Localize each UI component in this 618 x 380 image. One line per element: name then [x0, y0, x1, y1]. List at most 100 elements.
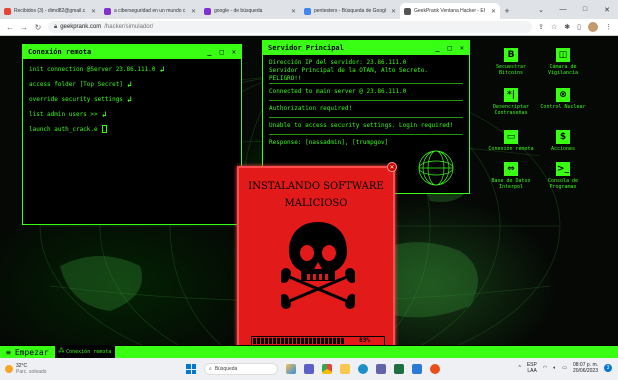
enter-icon: ↲: [101, 110, 107, 119]
server-text: Servidor Principal de la OTAN, Alto Secr…: [269, 67, 428, 82]
notification-badge[interactable]: 3: [604, 364, 612, 372]
browser-tab[interactable]: Recibidos (3) - dimd82@gmail.c ✕: [0, 3, 100, 19]
dollar-icon: $: [556, 130, 570, 144]
popup-title-line: MALICIOSO: [284, 198, 348, 209]
chrome-icon[interactable]: [322, 364, 332, 374]
close-icon[interactable]: ✕: [391, 8, 396, 15]
install-progress-bar: 83%: [251, 336, 385, 345]
bitcoin-icon: B: [504, 48, 518, 62]
battery-icon[interactable]: ▭: [562, 365, 567, 371]
chevron-up-icon[interactable]: ^: [518, 365, 520, 371]
avatar[interactable]: [588, 22, 598, 32]
browser-tools: ⇪ ☆ ✱ ▯ ⋮: [538, 22, 612, 32]
forward-icon[interactable]: →: [20, 23, 28, 32]
terminal-text: launch auth_crack.e: [29, 125, 98, 133]
divider: [269, 100, 463, 101]
share-icon[interactable]: ⇪: [538, 23, 544, 31]
menu-icon[interactable]: ⋮: [605, 23, 612, 31]
taskbar-item-conexion[interactable]: 🖧︎ Conexión remota: [54, 346, 116, 358]
close-icon[interactable]: ✕: [491, 8, 496, 15]
malware-install-popup: ✕ INSTALANDO SOFTWARE MALICIOSO 83%: [237, 162, 397, 345]
reload-icon[interactable]: ↻: [34, 23, 42, 32]
maximize-icon[interactable]: □: [220, 48, 224, 56]
remote-connection-icon: 🖧︎: [58, 348, 65, 354]
minimize-icon[interactable]: _: [207, 48, 211, 56]
close-icon[interactable]: ✕: [291, 8, 296, 15]
terminal-line: list admin users >> ↲: [29, 110, 235, 119]
window-titlebar[interactable]: Servidor Principal _ □ ✕: [263, 41, 469, 55]
window-title: Servidor Principal: [268, 44, 344, 52]
browser-tab-active[interactable]: GeekPrank Ventana Hacker - El ✕: [400, 3, 500, 19]
close-icon[interactable]: ✕: [91, 8, 96, 15]
desktop-icon-acciones[interactable]: $ Acciones: [540, 130, 586, 152]
icon-label: Secuestrar Bitcoins: [495, 64, 527, 76]
url-domain: geekprank.com: [60, 24, 102, 30]
conexion-remota-window[interactable]: Conexión remota _ □ ✕ init connection @S…: [22, 44, 242, 225]
system-tray: ^ ESP LAA ◠ 🔈︎ ▭ 08:07 p. m. 20/06/2023 3: [518, 362, 612, 374]
tab-label: a ciberseguridad en un mundo c: [114, 8, 186, 14]
volume-icon[interactable]: 🔈︎: [553, 365, 556, 371]
database-icon: ⇔: [504, 162, 518, 176]
browser-tab[interactable]: a ciberseguridad en un mundo c ✕: [100, 3, 200, 19]
widgets-icon[interactable]: [286, 364, 296, 374]
hacker-taskbar: ≡ Empezar 🖧︎ Conexión remota: [0, 345, 618, 358]
desktop-icon-camara[interactable]: ◫ Cámara de Vigilancia: [540, 48, 586, 76]
desktop-icon-bitcoins[interactable]: B Secuestrar Bitcoins: [488, 48, 534, 76]
window-controls: _ □ ✕: [435, 44, 464, 52]
close-icon[interactable]: ✕: [191, 8, 196, 15]
divider: [269, 134, 463, 135]
close-icon[interactable]: ✕: [387, 162, 397, 172]
minimize-button[interactable]: —: [552, 6, 574, 13]
window-titlebar[interactable]: Conexión remota _ □ ✕: [23, 45, 241, 59]
minimize-icon[interactable]: _: [435, 44, 439, 52]
maximize-button[interactable]: □: [574, 6, 596, 13]
chat-icon[interactable]: [304, 364, 314, 374]
globe-icon: [418, 150, 454, 186]
tab-label: GeekPrank Ventana Hacker - El: [414, 8, 485, 14]
new-tab-button[interactable]: +: [500, 3, 514, 19]
star-icon[interactable]: ☆: [551, 23, 557, 31]
desktop-icon-desencriptar[interactable]: *| Desencriptar Contraseñas: [488, 88, 534, 116]
maximize-icon[interactable]: □: [448, 44, 452, 52]
weather-widget[interactable]: 32°C Parc. soleado: [5, 363, 65, 375]
back-icon[interactable]: ←: [6, 23, 14, 32]
divider: [269, 83, 463, 84]
start-button[interactable]: ≡ Empezar: [6, 348, 49, 357]
store-icon[interactable]: [412, 364, 422, 374]
url-field[interactable]: 🔒︎ geekprank.com/hacker/simulador/: [48, 21, 533, 33]
close-icon[interactable]: ✕: [460, 44, 464, 52]
clock[interactable]: 08:07 p. m. 20/06/2023: [573, 362, 598, 374]
search-input[interactable]: ⌕ Búsqueda: [204, 363, 278, 375]
window-controls: ⌄ — □ ✕: [530, 0, 618, 19]
address-bar: ← → ↻ 🔒︎ geekprank.com/hacker/simulador/…: [0, 19, 618, 36]
terminal-input-line[interactable]: launch auth_crack.e: [29, 125, 235, 133]
search-icon: ⌕: [209, 366, 212, 372]
edge-icon[interactable]: [358, 364, 368, 374]
lock-icon: 🔒︎: [54, 23, 58, 30]
icon-label: Desencriptar Contraseñas: [492, 104, 530, 116]
extensions-icon[interactable]: ✱: [564, 23, 570, 31]
terminal-text: override security settings: [29, 96, 123, 103]
windows-start-icon[interactable]: [186, 364, 196, 374]
tab-search-button[interactable]: ⌄: [530, 6, 552, 14]
file-explorer-icon[interactable]: [340, 364, 350, 374]
icon-label: Base de Datos Interpol: [491, 178, 531, 190]
desktop-icon-nuclear[interactable]: ⊗ Control Nuclear: [540, 88, 586, 110]
icon-label: Acciones: [550, 146, 576, 152]
app-icon[interactable]: [430, 364, 440, 374]
desktop-icon-conexion[interactable]: ▭ Conexión remota: [488, 130, 534, 152]
browser-tab[interactable]: pentesters - Búsqueda de Googl ✕: [300, 3, 400, 19]
language-indicator[interactable]: ESP LAA: [527, 362, 537, 374]
server-text: Response: [nassadmin], [trumpgov]: [269, 139, 389, 146]
teams-icon[interactable]: [376, 364, 386, 374]
excel-icon[interactable]: [394, 364, 404, 374]
desktop-icon-consola[interactable]: >_ Consola de Programas: [540, 162, 586, 190]
browser-tab[interactable]: google - de búsqueda ✕: [200, 3, 300, 19]
icon-label: Control Nuclear: [540, 104, 586, 110]
desktop-icon-interpol[interactable]: ⇔ Base de Datos Interpol: [488, 162, 534, 190]
close-icon[interactable]: ✕: [232, 48, 236, 56]
close-window-button[interactable]: ✕: [596, 6, 618, 14]
skull-crossbones-icon: [281, 222, 355, 309]
sidebar-icon[interactable]: ▯: [577, 23, 581, 31]
wifi-icon[interactable]: ◠: [543, 365, 547, 371]
